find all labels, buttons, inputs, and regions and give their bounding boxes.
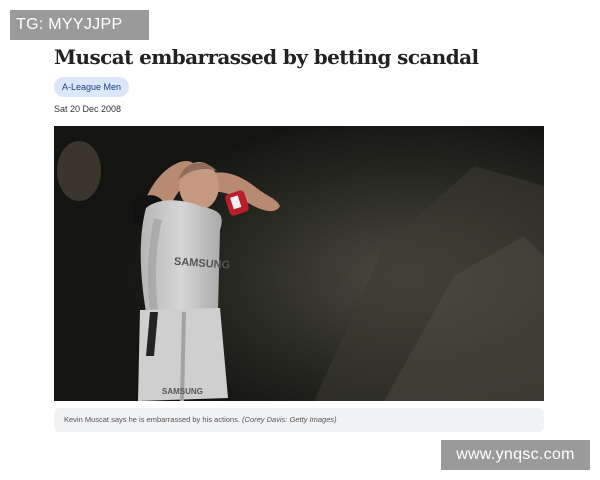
watermark-top: TG: MYYJJPP xyxy=(10,10,149,40)
article: Muscat embarrassed by betting scandal A-… xyxy=(54,40,544,432)
photo-caption: Kevin Muscat says he is embarrassed by h… xyxy=(54,408,544,432)
competition-tag[interactable]: A-League Men xyxy=(54,77,130,97)
article-photo: SAMSUNG SAMSUNG xyxy=(54,126,544,401)
watermark-bottom: www.ynqsc.com xyxy=(441,440,590,470)
player-photo: SAMSUNG SAMSUNG xyxy=(54,126,544,401)
shorts-sponsor: SAMSUNG xyxy=(162,387,203,396)
publish-date: Sat 20 Dec 2008 xyxy=(54,104,122,114)
caption-credit: (Corey Davis: Getty Images) xyxy=(242,415,337,424)
article-headline: Muscat embarrassed by betting scandal xyxy=(54,45,479,69)
caption-text: Kevin Muscat says he is embarrassed by h… xyxy=(64,415,240,424)
